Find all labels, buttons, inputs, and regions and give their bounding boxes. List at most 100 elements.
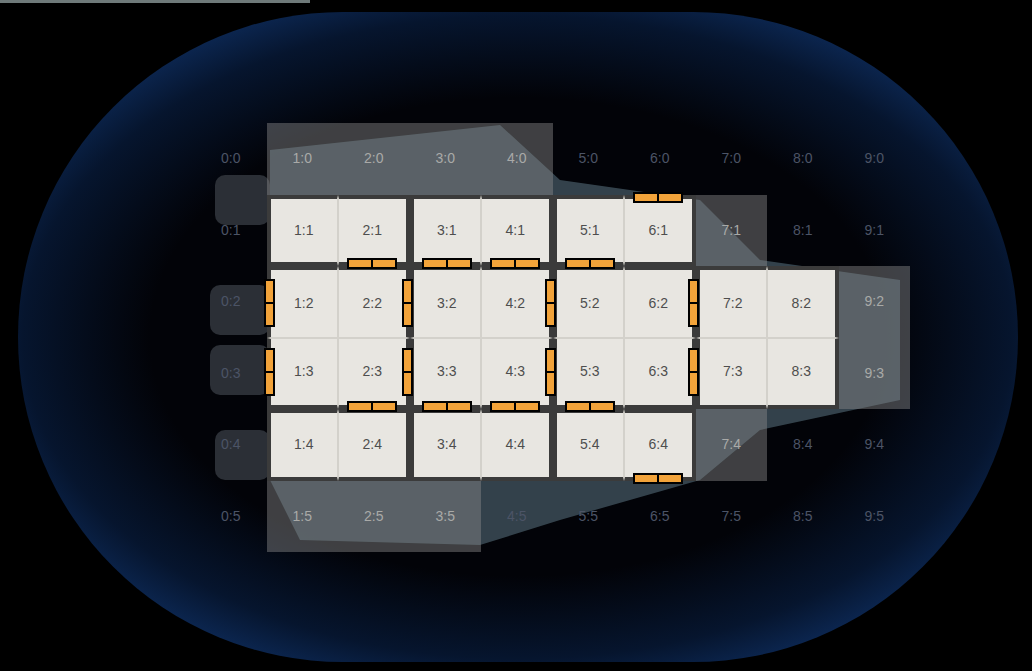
grid-cell[interactable]: 3:3 [410,338,482,410]
door-leaf [635,475,657,482]
grid-cell[interactable]: 7:3 [696,338,768,410]
grid-cell[interactable]: 8:1 [767,195,839,267]
grid-cell[interactable]: 1:5 [267,481,339,553]
grid-cell[interactable]: 7:5 [696,481,768,553]
door[interactable] [264,348,275,396]
grid-cell[interactable]: 9:2 [839,266,911,338]
grid-cell[interactable]: 7:4 [696,409,768,481]
grid-cell[interactable]: 3:0 [410,123,482,195]
door-leaf [690,304,697,325]
grid-cell[interactable]: 9:4 [839,409,911,481]
grid-cell[interactable]: 6:3 [624,338,696,410]
cell-label: 6:3 [649,361,668,382]
door-leaf [404,304,411,325]
door[interactable] [565,258,615,269]
cell-label: 5:4 [580,434,599,455]
grid-cell[interactable]: 6:4 [624,409,696,481]
cell-label: 1:2 [294,293,313,314]
grid-cell[interactable]: 4:2 [481,266,553,338]
door[interactable] [545,279,556,327]
grid-cell[interactable]: 2:0 [338,123,410,195]
grid-cell[interactable]: 8:5 [767,481,839,553]
door-leaf [349,260,371,267]
grid-cell[interactable]: 6:1 [624,195,696,267]
door[interactable] [264,279,275,327]
grid-cell[interactable]: 8:3 [767,338,839,410]
door-leaf [690,350,697,371]
grid-cell[interactable]: 0:3 [195,338,267,410]
door-leaf [659,194,681,201]
grid-cell[interactable]: 5:4 [553,409,625,481]
door-leaf [266,373,273,394]
cell-label: 7:0 [722,148,741,169]
grid-cell[interactable]: 1:3 [267,338,339,410]
grid-cell[interactable]: 4:1 [481,195,553,267]
grid-cell[interactable]: 4:4 [481,409,553,481]
grid-cell[interactable]: 6:2 [624,266,696,338]
grid-cell[interactable]: 2:4 [338,409,410,481]
grid-cell[interactable]: 1:2 [267,266,339,338]
grid-cell[interactable]: 2:5 [338,481,410,553]
door[interactable] [402,348,413,396]
grid-cell[interactable]: 9:3 [839,338,911,410]
grid-cell[interactable]: 8:4 [767,409,839,481]
grid-cell[interactable]: 0:4 [195,409,267,481]
grid-cell[interactable]: 6:5 [624,481,696,553]
grid-cell[interactable]: 5:1 [553,195,625,267]
grid-cell[interactable]: 3:5 [410,481,482,553]
door[interactable] [347,401,397,412]
grid-cell[interactable]: 2:3 [338,338,410,410]
grid-cell[interactable]: 7:2 [696,266,768,338]
door[interactable] [422,258,472,269]
door[interactable] [633,473,683,484]
grid-cell[interactable]: 5:0 [553,123,625,195]
grid-cell[interactable]: 0:1 [195,195,267,267]
grid-cell[interactable]: 8:0 [767,123,839,195]
grid-cell[interactable]: 9:5 [839,481,911,553]
grid-cell[interactable]: 4:3 [481,338,553,410]
grid-cell[interactable]: 2:1 [338,195,410,267]
door-leaf [349,403,371,410]
door[interactable] [347,258,397,269]
grid-cell[interactable]: 5:3 [553,338,625,410]
grid-cell[interactable]: 0:0 [195,123,267,195]
door[interactable] [402,279,413,327]
grid-cell[interactable]: 6:0 [624,123,696,195]
ship-editor: 0:01:02:03:04:05:06:07:08:09:00:11:12:13… [0,0,1032,671]
door[interactable] [490,258,540,269]
grid-cell[interactable]: 5:5 [553,481,625,553]
door[interactable] [545,348,556,396]
cell-label: 4:5 [507,506,526,527]
grid-cell[interactable]: 3:4 [410,409,482,481]
grid-cell[interactable]: 3:2 [410,266,482,338]
grid-cell[interactable]: 4:5 [481,481,553,553]
grid-cell[interactable]: 4:0 [481,123,553,195]
grid-cell[interactable]: 1:4 [267,409,339,481]
door[interactable] [688,348,699,396]
grid-cell[interactable]: 1:0 [267,123,339,195]
grid-cell[interactable]: 1:1 [267,195,339,267]
cell-label: 7:4 [722,434,741,455]
cell-label: 5:3 [580,361,599,382]
grid-cell[interactable]: 0:5 [195,481,267,553]
cell-label: 9:2 [865,291,884,312]
door-leaf [492,403,514,410]
grid-cell[interactable]: 9:1 [839,195,911,267]
grid-cell[interactable]: 0:2 [195,266,267,338]
grid-cell[interactable]: 5:2 [553,266,625,338]
door-leaf [690,373,697,394]
door[interactable] [490,401,540,412]
grid-cell[interactable]: 7:1 [696,195,768,267]
grid-cell[interactable]: 2:2 [338,266,410,338]
door[interactable] [565,401,615,412]
door-leaf [659,475,681,482]
door[interactable] [633,192,683,203]
grid-cell[interactable]: 9:0 [839,123,911,195]
door-leaf [266,350,273,371]
cell-label: 0:5 [221,506,240,527]
door[interactable] [688,279,699,327]
grid-cell[interactable]: 7:0 [696,123,768,195]
grid-cell[interactable]: 8:2 [767,266,839,338]
door[interactable] [422,401,472,412]
grid-cell[interactable]: 3:1 [410,195,482,267]
